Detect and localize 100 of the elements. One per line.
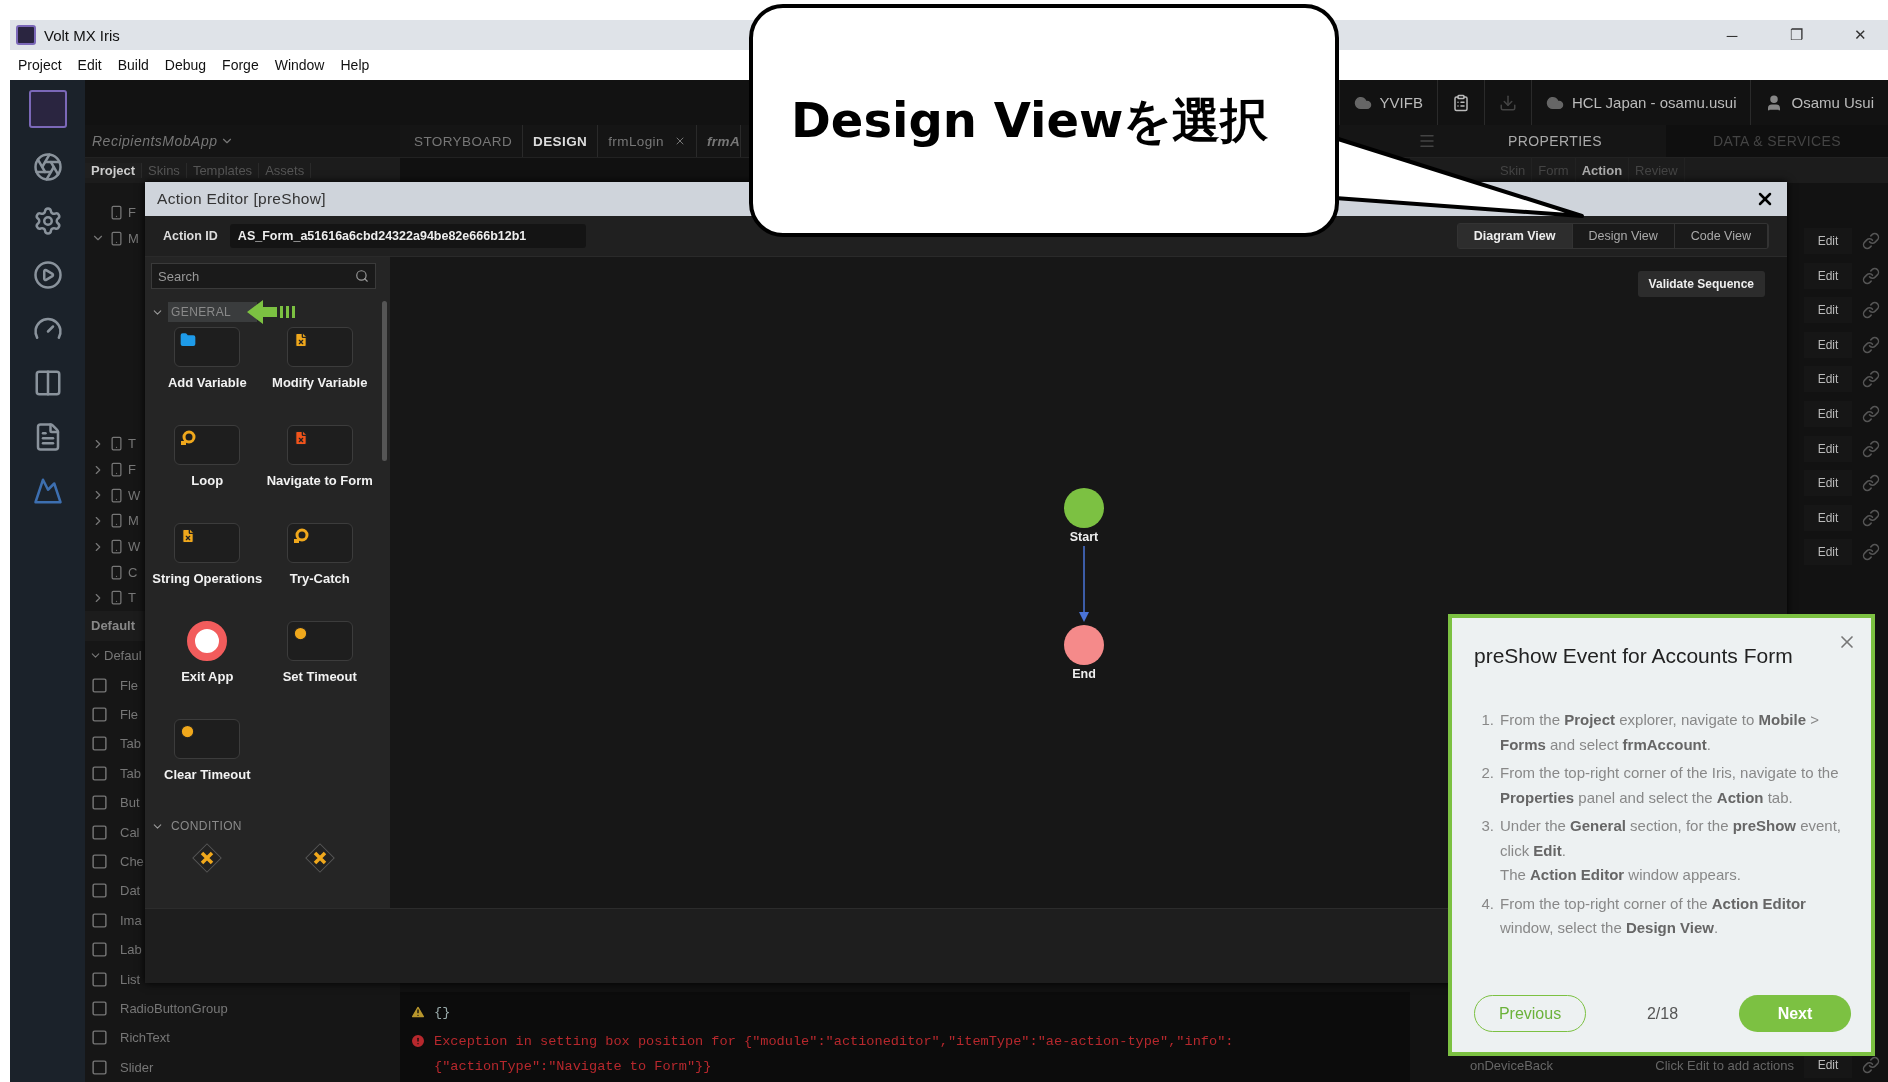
section-title[interactable]: GENERAL	[168, 302, 258, 322]
step-text: From the Project explorer, navigate to Mobile > Forms and select frmAccount.	[1500, 710, 1820, 755]
explorer-tab[interactable]: Templates	[186, 162, 260, 178]
exit-app-icon[interactable]	[187, 621, 228, 661]
link-icon[interactable]	[1862, 266, 1880, 285]
app-logo-icon	[28, 90, 67, 128]
menu-item[interactable]: Debug	[164, 57, 207, 73]
widget-label[interactable]: But	[120, 795, 140, 811]
explorer-tab[interactable]: Skins	[142, 162, 187, 178]
search-icon[interactable]	[355, 269, 369, 283]
group-label[interactable]: Defaul	[104, 648, 142, 663]
link-icon[interactable]	[1862, 508, 1880, 527]
next-button[interactable]: Next	[1739, 995, 1851, 1032]
action-tile[interactable]	[174, 327, 241, 367]
widget-label[interactable]: Cal	[120, 824, 140, 840]
edit-button[interactable]: Edit	[1804, 435, 1852, 462]
window-control[interactable]: ✕	[1832, 26, 1888, 44]
tree-label[interactable]: M	[128, 513, 139, 529]
edit-button[interactable]: Edit	[1804, 366, 1852, 393]
tree-label[interactable]: W	[128, 539, 141, 555]
widget-label[interactable]: Lab	[120, 942, 142, 958]
window-control[interactable]: ❐	[1768, 26, 1824, 44]
action-tile[interactable]	[174, 523, 241, 563]
menu-item[interactable]: Project	[18, 57, 62, 73]
menu-item[interactable]: Build	[117, 57, 149, 73]
tree-label[interactable]: T	[128, 590, 136, 606]
action-tile[interactable]	[286, 425, 353, 465]
menu-item[interactable]: Help	[340, 57, 370, 73]
link-icon[interactable]	[1862, 1056, 1880, 1074]
search-field[interactable]: Search	[151, 263, 376, 289]
section-title[interactable]: CONDITION	[168, 816, 268, 836]
action-tile[interactable]	[286, 621, 353, 661]
widget-label[interactable]: Slider	[120, 1059, 154, 1075]
menu-item[interactable]: Edit	[77, 57, 102, 73]
widget-label[interactable]: Tab	[120, 765, 141, 781]
link-icon[interactable]	[1862, 474, 1880, 493]
settings-icon[interactable]	[32, 206, 63, 236]
widget-icon	[91, 706, 108, 723]
header-label[interactable]: YVIFB	[1379, 94, 1423, 111]
link-icon[interactable]	[1862, 439, 1880, 458]
action-id-field[interactable]: AS_Form_a51616a6cbd24322a94be82e666b12b1	[229, 224, 586, 248]
scrollbar[interactable]	[382, 301, 387, 461]
editor-tab[interactable]: STORYBOARD	[404, 125, 524, 157]
editor-tab[interactable]: frmA	[696, 125, 742, 157]
action-tile[interactable]	[286, 523, 353, 563]
edit-button[interactable]: Edit	[1804, 400, 1852, 427]
edit-button[interactable]: Edit	[1804, 297, 1852, 324]
editor-tab[interactable]: frmLogin	[598, 125, 697, 157]
widget-label[interactable]: Tab	[120, 736, 141, 752]
end-node[interactable]	[1064, 625, 1104, 665]
start-node[interactable]	[1064, 488, 1104, 528]
widget-label[interactable]: Ima	[120, 912, 142, 928]
action-tile[interactable]	[174, 425, 241, 465]
window-control[interactable]: ─	[1704, 26, 1760, 44]
edit-button[interactable]: Edit	[1804, 228, 1852, 254]
link-icon[interactable]	[1862, 404, 1880, 423]
menu-item[interactable]: Forge	[222, 57, 259, 73]
link-icon[interactable]	[1862, 232, 1880, 250]
edit-button[interactable]: Edit	[1804, 262, 1852, 289]
edit-button[interactable]: Edit	[1804, 331, 1852, 358]
header-label[interactable]: HCL Japan - osamu.usui	[1571, 94, 1737, 111]
edit-button[interactable]: Edit	[1804, 504, 1852, 531]
view-tab[interactable]: Design View	[1572, 224, 1675, 248]
link-icon[interactable]	[1862, 301, 1880, 320]
validate-button[interactable]: Validate Sequence	[1637, 271, 1765, 297]
play-icon[interactable]	[32, 260, 63, 290]
action-tile[interactable]	[286, 327, 353, 367]
widget-label[interactable]: Che	[120, 854, 144, 870]
mountain-icon[interactable]	[32, 476, 63, 506]
tool-label: String Operations	[152, 571, 263, 586]
widget-icon	[91, 764, 108, 782]
edit-button[interactable]: Edit	[1804, 470, 1852, 497]
widget-label[interactable]: RichText	[120, 1030, 170, 1046]
header-label[interactable]: Osamu Usui	[1791, 94, 1874, 111]
widget-label[interactable]: Fle	[120, 677, 139, 693]
link-icon[interactable]	[1862, 370, 1880, 389]
tree-label[interactable]: C	[128, 564, 138, 580]
project-selector[interactable]: RecipientsMobApp	[85, 132, 234, 149]
tool-label: Try-Catch	[289, 571, 350, 586]
widget-label[interactable]: List	[120, 971, 141, 987]
tree-label[interactable]: W	[128, 487, 141, 503]
editor-tab[interactable]: DESIGN	[523, 125, 599, 157]
view-tab[interactable]: Code View	[1674, 224, 1768, 248]
aperture-icon[interactable]	[32, 152, 63, 182]
link-icon[interactable]	[1862, 543, 1880, 562]
view-tab[interactable]: Diagram View	[1457, 224, 1573, 248]
tree-label[interactable]: T	[128, 436, 136, 452]
tree-label[interactable]: F	[128, 462, 136, 478]
menu-item[interactable]: Window	[274, 57, 325, 73]
widget-label[interactable]: Dat	[120, 883, 141, 899]
tree-label[interactable]: M	[128, 230, 139, 246]
action-tile[interactable]	[174, 719, 241, 759]
tree-label[interactable]: F	[128, 204, 136, 220]
progress-counter: 2/18	[1646, 1004, 1679, 1023]
edit-button[interactable]: Edit	[1804, 539, 1852, 566]
link-icon[interactable]	[1862, 335, 1880, 354]
explorer-tab[interactable]: Assets	[259, 162, 312, 178]
widget-label[interactable]: RadioButtonGroup	[120, 1001, 228, 1017]
widget-label[interactable]: Fle	[120, 707, 139, 722]
clipboard-icon[interactable]	[1451, 93, 1470, 112]
